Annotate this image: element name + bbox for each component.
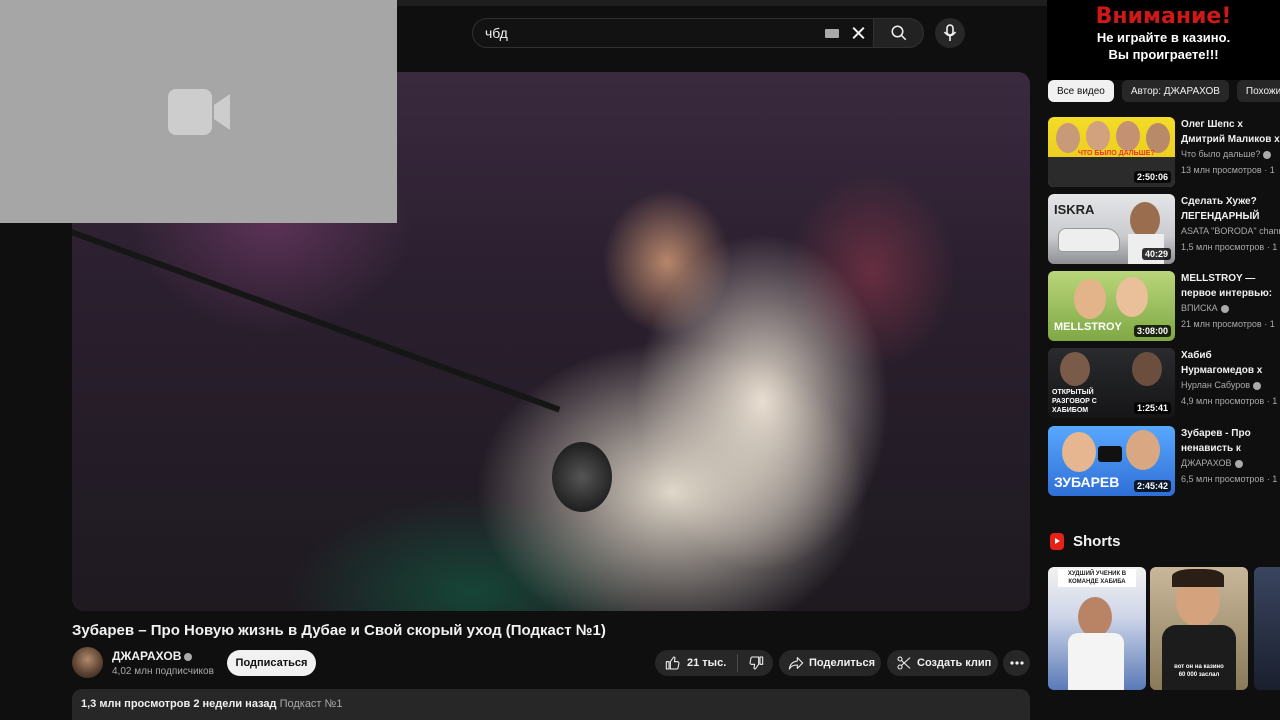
verified-icon <box>1253 381 1262 390</box>
scissors-icon <box>897 656 911 670</box>
create-clip-button[interactable]: Создать клип <box>887 650 998 676</box>
description-tag[interactable]: Подкаст №1 <box>280 698 343 710</box>
rec-views: 6,5 млн просмотров · 1 <box>1181 474 1278 484</box>
like-dislike-group: 21 тыс. <box>655 650 773 676</box>
video-title: Зубарев – Про Новую жизнь в Дубае и Свой… <box>72 622 606 639</box>
rec-views: 1,5 млн просмотров · 1 <box>1181 242 1278 252</box>
like-count: 21 тыс. <box>687 657 727 669</box>
video-thumbnail[interactable]: ЗУБАРЕВ 2:45:42 <box>1048 426 1175 496</box>
subscribe-button[interactable]: Подписаться <box>227 650 316 676</box>
ad-line-2: Вы проиграете!!! <box>1108 47 1219 62</box>
thumbs-down-icon <box>749 656 763 670</box>
publish-date: 2 недели назад <box>193 698 277 710</box>
mic-stand <box>72 222 561 413</box>
video-thumbnail[interactable]: ОТКРЫТЫЙ РАЗГОВОР С ХАБИБОМ 1:25:41 <box>1048 348 1175 418</box>
rec-channel: ВПИСКА <box>1181 303 1229 313</box>
thumb-text: ОТКРЫТЫЙ РАЗГОВОР С ХАБИБОМ <box>1052 389 1097 414</box>
duration-badge: 2:50:06 <box>1133 171 1171 183</box>
ad-title: Внимание! <box>1095 4 1232 29</box>
more-actions-button[interactable] <box>1003 650 1030 676</box>
filter-chips: Все видео Автор: ДЖАРАХОВ Похожие <box>1048 80 1280 102</box>
channel-name-text[interactable]: ДЖАРАХОВ <box>112 649 181 663</box>
share-arrow-icon <box>788 657 804 670</box>
rec-channel: Нурлан Сабуров <box>1181 380 1262 390</box>
search-input[interactable]: чбд <box>485 25 825 41</box>
thumbs-up-icon <box>665 656 680 670</box>
rec-title[interactable]: Олег Шепс x Дмитрий Маликов x Илья Собол… <box>1181 117 1280 147</box>
verified-icon <box>184 652 193 661</box>
ad-line-1: Не играйте в казино. <box>1096 30 1231 45</box>
rec-views: 13 млн просмотров · 1 <box>1181 165 1275 175</box>
microphone-icon <box>943 24 957 41</box>
clear-icon[interactable] <box>847 21 871 45</box>
duration-badge: 2:45:42 <box>1133 480 1171 492</box>
verified-icon <box>1220 304 1229 313</box>
camera-overlay <box>0 0 397 223</box>
rec-title[interactable]: Хабиб Нурмагомедов x Нурлан Сабуров. От <box>1181 348 1280 378</box>
more-dots-icon <box>1009 661 1024 665</box>
share-button[interactable]: Поделиться <box>779 650 881 676</box>
voice-search-button[interactable] <box>935 18 965 48</box>
shorts-logo-icon <box>1050 533 1064 550</box>
thumb-text: ЧТО БЫЛО ДАЛЬШЕ? <box>1078 150 1155 157</box>
video-camera-icon <box>167 88 230 135</box>
view-count: 1,3 млн просмотров <box>81 698 191 710</box>
short-video[interactable]: ХУДШИЙ УЧЕНИК В КОМАНДЕ ХАБИБА <box>1048 567 1146 690</box>
search-icon <box>891 25 906 41</box>
shorts-label: Shorts <box>1073 533 1121 550</box>
channel-name[interactable]: ДЖАРАХОВ <box>112 649 193 663</box>
rec-channel: ASATA "BORODA" channel <box>1181 226 1280 236</box>
video-thumbnail[interactable]: MELLSTROY 3:08:00 <box>1048 271 1175 341</box>
search-box[interactable]: чбд <box>472 18 874 48</box>
recommendation-item[interactable]: ОТКРЫТЫЙ РАЗГОВОР С ХАБИБОМ 1:25:41 Хаби… <box>1048 348 1280 418</box>
microphone-shape <box>552 442 612 512</box>
recommendation-item[interactable]: MELLSTROY 3:08:00 MELLSTROY — первое инт… <box>1048 271 1280 341</box>
shorts-header: Shorts <box>1050 533 1121 550</box>
chip-author[interactable]: Автор: ДЖАРАХОВ <box>1121 80 1229 102</box>
thumb-text: ISKRA <box>1054 202 1095 217</box>
short-caption: вот он на казино 60 000 заслал <box>1174 664 1224 678</box>
description-meta: 1,3 млн просмотров 2 недели назад Подкас… <box>81 698 342 710</box>
rec-channel: Что было дальше? <box>1181 149 1272 159</box>
verified-icon <box>1263 150 1272 159</box>
recommendation-item[interactable]: ЧТО БЫЛО ДАЛЬШЕ? 2:50:06 Олег Шепс x Дми… <box>1048 117 1280 187</box>
rec-title[interactable]: Зубарев - Про ненависть к Мелстрою, благ… <box>1181 426 1280 456</box>
chip-all-videos[interactable]: Все видео <box>1048 80 1114 102</box>
thumb-text: MELLSTROY <box>1054 321 1122 333</box>
clip-label: Создать клип <box>917 657 992 669</box>
video-thumbnail[interactable]: ЧТО БЫЛО ДАЛЬШЕ? 2:50:06 <box>1048 117 1175 187</box>
share-label: Поделиться <box>809 657 876 669</box>
rec-views: 21 млн просмотров · 1 <box>1181 319 1275 329</box>
subscriber-count: 4,02 млн подписчиков <box>112 666 214 677</box>
rec-title[interactable]: MELLSTROY — первое интервью: как живет <box>1181 271 1280 301</box>
rec-views: 4,9 млн просмотров · 1 <box>1181 396 1278 406</box>
top-strip <box>397 0 1047 6</box>
recommendation-item[interactable]: ISKRA 40:29 Сделать Хуже? ЛЕГЕНДАРНЫЙ ИС… <box>1048 194 1280 264</box>
keyboard-icon[interactable] <box>825 28 839 38</box>
rec-channel: ДЖАРАХОВ <box>1181 458 1243 468</box>
chip-related[interactable]: Похожие <box>1236 80 1280 102</box>
duration-badge: 3:08:00 <box>1133 325 1171 337</box>
thumb-text: ЗУБАРЕВ <box>1054 474 1120 490</box>
verified-icon <box>1234 459 1243 468</box>
channel-avatar[interactable] <box>72 647 103 678</box>
description-box[interactable]: 1,3 млн просмотров 2 недели назад Подкас… <box>72 689 1030 720</box>
ad-banner: Внимание! Не играйте в казино. Вы проигр… <box>1047 0 1280 80</box>
dislike-button[interactable] <box>738 655 773 671</box>
duration-badge: 40:29 <box>1141 248 1171 260</box>
search-button[interactable] <box>874 18 924 48</box>
rec-title[interactable]: Сделать Хуже? ЛЕГЕНДАРНЫЙ ИСКРА УНИВЕРСА… <box>1181 194 1280 224</box>
short-video[interactable]: вот он на казино 60 000 заслал <box>1150 567 1248 690</box>
duration-badge: 1:25:41 <box>1133 402 1171 414</box>
video-thumbnail[interactable]: ISKRA 40:29 <box>1048 194 1175 264</box>
short-video[interactable] <box>1254 567 1280 690</box>
short-caption: ХУДШИЙ УЧЕНИК В КОМАНДЕ ХАБИБА <box>1058 569 1136 587</box>
like-button[interactable]: 21 тыс. <box>655 654 738 672</box>
recommendation-item[interactable]: ЗУБАРЕВ 2:45:42 Зубарев - Про ненависть … <box>1048 426 1280 496</box>
